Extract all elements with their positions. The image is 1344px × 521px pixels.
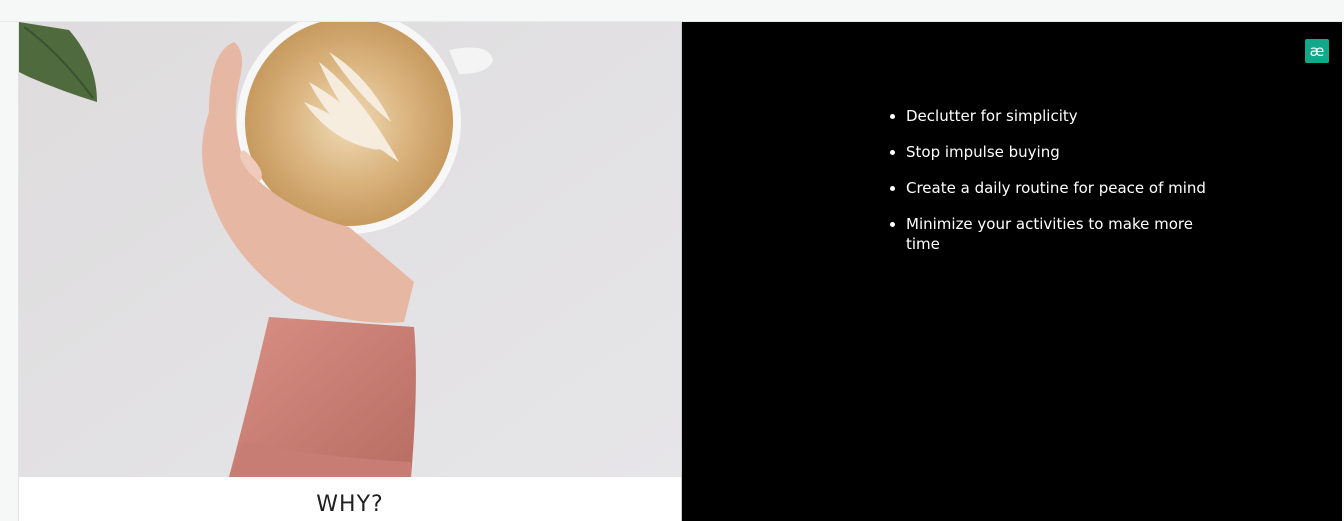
bullet-item: Stop impulse buying bbox=[906, 142, 1226, 162]
bullet-item: Declutter for simplicity bbox=[906, 106, 1226, 126]
app-logo-icon[interactable]: æ bbox=[1305, 39, 1329, 63]
presentation-slide: WHY? æ Declutter for simplicity Stop imp… bbox=[18, 22, 1342, 521]
slide-caption: WHY? bbox=[316, 492, 384, 517]
bullet-item: Create a daily routine for peace of mind bbox=[906, 178, 1226, 198]
left-panel: WHY? bbox=[19, 22, 681, 521]
bullet-list: Declutter for simplicity Stop impulse bu… bbox=[886, 106, 1226, 270]
coffee-photo bbox=[19, 22, 681, 477]
right-panel: æ Declutter for simplicity Stop impulse … bbox=[682, 22, 1342, 521]
bullet-item: Minimize your activities to make more ti… bbox=[906, 214, 1226, 254]
top-toolbar bbox=[0, 0, 1344, 22]
